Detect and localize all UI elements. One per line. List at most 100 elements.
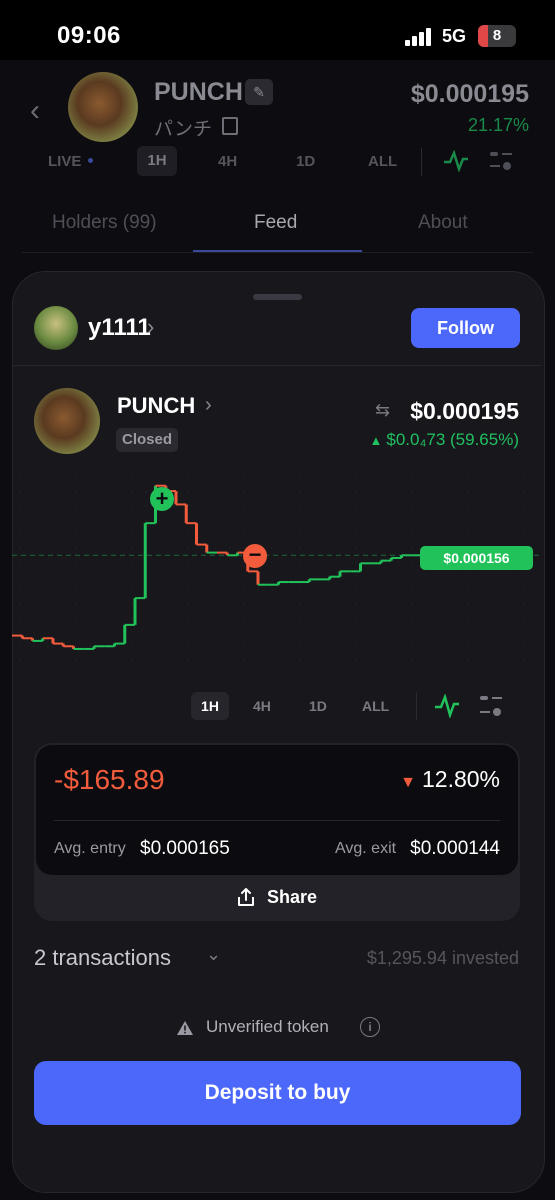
edit-icon[interactable]: ✎: [245, 79, 273, 105]
grid-dot: [47, 505, 49, 507]
grid-dot: [383, 617, 385, 619]
grid-dot: [187, 631, 189, 633]
chart-timeframe-all[interactable]: ALL: [362, 692, 389, 720]
chevron-down-icon[interactable]: ⌄: [206, 944, 221, 965]
grid-dot: [383, 533, 385, 535]
grid-dot: [369, 491, 371, 493]
chevron-right-icon[interactable]: ›: [147, 314, 154, 340]
grid-dot: [369, 477, 371, 479]
chart-timeframe-1h[interactable]: 1H: [191, 692, 229, 720]
grid-dot: [75, 631, 77, 633]
grid-dot: [47, 589, 49, 591]
grid-dot: [355, 631, 357, 633]
grid-dot: [173, 533, 175, 535]
grid-dot: [187, 533, 189, 535]
grid-dot: [19, 505, 21, 507]
timeframe-live[interactable]: LIVE: [48, 153, 81, 183]
tab-feed[interactable]: Feed: [254, 212, 297, 234]
grid-dot: [173, 519, 175, 521]
grid-dot: [271, 603, 273, 605]
grid-dot: [341, 547, 343, 549]
tab-holders[interactable]: Holders (99): [52, 212, 157, 234]
chevron-right-icon[interactable]: ›: [205, 394, 212, 417]
grid-dot: [369, 617, 371, 619]
chart-timeframe-1d[interactable]: 1D: [309, 692, 327, 720]
grid-dot: [75, 533, 77, 535]
grid-dot: [411, 547, 413, 549]
grid-dot: [355, 491, 357, 493]
grid-dot: [411, 575, 413, 577]
grid-dot: [467, 505, 469, 507]
copy-icon[interactable]: [222, 117, 238, 135]
grid-dot: [425, 575, 427, 577]
grid-dot: [369, 589, 371, 591]
grid-dot: [243, 575, 245, 577]
token-avatar[interactable]: [34, 388, 100, 454]
grid-dot: [271, 491, 273, 493]
grid-dot: [453, 659, 455, 661]
candles-icon[interactable]: [478, 694, 504, 718]
grid-dot: [257, 505, 259, 507]
grid-dot: [537, 589, 539, 591]
line-chart-icon[interactable]: [434, 694, 460, 718]
grid-dot: [509, 589, 511, 591]
info-icon[interactable]: i: [360, 1017, 380, 1037]
grid-dot: [509, 575, 511, 577]
grid-dot: [47, 533, 49, 535]
grid-dot: [187, 575, 189, 577]
line-chart-icon[interactable]: [443, 150, 469, 172]
grid-dot: [187, 659, 189, 661]
grid-dot: [467, 645, 469, 647]
grid-dot: [411, 491, 413, 493]
timeframe-all[interactable]: ALL: [368, 153, 397, 183]
grid-dot: [243, 589, 245, 591]
deposit-button[interactable]: Deposit to buy: [34, 1061, 521, 1125]
token-name[interactable]: PUNCH: [117, 393, 195, 419]
grid-dot: [75, 491, 77, 493]
grid-dot: [537, 645, 539, 647]
grid-dot: [75, 659, 77, 661]
network-label: 5G: [442, 26, 467, 46]
grid-dot: [327, 575, 329, 577]
sheet-handle[interactable]: [253, 294, 302, 300]
grid-dot: [117, 659, 119, 661]
tab-about[interactable]: About: [418, 212, 468, 234]
timeframe-4h[interactable]: 4H: [218, 153, 237, 183]
grid-dot: [117, 589, 119, 591]
chart-timeframe-4h[interactable]: 4H: [253, 692, 271, 720]
transactions-toggle[interactable]: 2 transactions: [34, 945, 171, 971]
grid-dot: [537, 505, 539, 507]
follow-button[interactable]: Follow: [411, 308, 520, 348]
price-chart[interactable]: [12, 470, 543, 670]
grid-dot: [369, 659, 371, 661]
swap-icon[interactable]: ⇆: [375, 400, 390, 421]
grid-dot: [425, 505, 427, 507]
grid-dot: [187, 477, 189, 479]
grid-dot: [327, 505, 329, 507]
avg-entry-label: Avg. entry: [54, 840, 126, 857]
grid-dot: [383, 505, 385, 507]
back-arrow-icon[interactable]: ‹: [30, 94, 40, 128]
grid-dot: [173, 505, 175, 507]
user-avatar[interactable]: [34, 306, 78, 350]
grid-dot: [537, 519, 539, 521]
grid-dot: [173, 477, 175, 479]
grid-dot: [299, 603, 301, 605]
timeframe-1h[interactable]: 1H: [137, 146, 177, 176]
battery-level: 8: [492, 27, 502, 44]
grid-dot: [89, 491, 91, 493]
grid-dot: [425, 533, 427, 535]
grid-dot: [89, 645, 91, 647]
pnl-percent-value: 12.80%: [421, 766, 500, 792]
grid-dot: [481, 519, 483, 521]
grid-dot: [271, 505, 273, 507]
grid-dot: [327, 631, 329, 633]
user-name[interactable]: y1111: [88, 314, 151, 342]
grid-dot: [341, 617, 343, 619]
grid-dot: [523, 603, 525, 605]
share-label[interactable]: Share: [267, 887, 317, 908]
candles-icon[interactable]: [488, 150, 514, 172]
grid-dot: [327, 645, 329, 647]
grid-dot: [271, 477, 273, 479]
timeframe-1d[interactable]: 1D: [296, 153, 315, 183]
